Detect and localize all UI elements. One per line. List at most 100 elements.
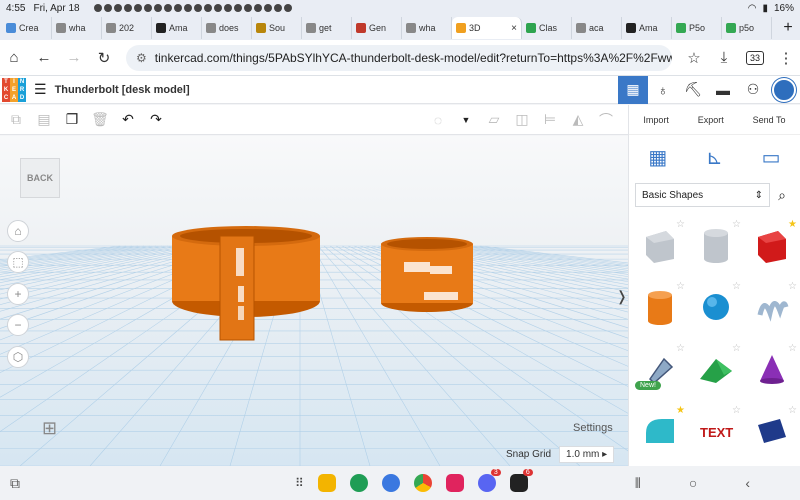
view-cube[interactable]: BACK: [20, 158, 60, 198]
favorite-star-icon[interactable]: ☆: [788, 281, 797, 292]
browser-tab[interactable]: aca: [572, 17, 622, 39]
thunderbolt-model[interactable]: [0, 136, 628, 466]
browser-tab[interactable]: Gen: [352, 17, 402, 39]
small-ring-shape[interactable]: [381, 237, 473, 312]
group-icon[interactable]: ◫: [512, 110, 532, 130]
3d-design-view-button[interactable]: ▦: [618, 75, 648, 104]
more-menu-icon[interactable]: ⋮: [778, 49, 794, 67]
chrome-app-icon[interactable]: [413, 474, 432, 492]
back-arrow-icon[interactable]: ←: [36, 49, 52, 66]
home-icon[interactable]: ⌂: [6, 49, 22, 66]
duplicate-icon[interactable]: ❐: [62, 110, 82, 130]
collapse-panel-chevron-icon[interactable]: ❭: [616, 288, 628, 305]
grid-toggle-icon[interactable]: ⊞: [42, 418, 57, 439]
download-icon[interactable]: ⤓: [716, 49, 732, 66]
add-user-icon[interactable]: ⚇: [738, 76, 768, 104]
design-title[interactable]: Thunderbolt [desk model]: [55, 84, 190, 96]
browser-tab[interactable]: wha: [52, 17, 102, 39]
browser-tab[interactable]: wha: [402, 17, 452, 39]
zoom-out-icon[interactable]: −: [7, 314, 29, 336]
browser-tab[interactable]: Crea: [2, 17, 52, 39]
browser-tab[interactable]: does: [202, 17, 252, 39]
back-button-icon[interactable]: ‹: [745, 475, 750, 492]
site-info-icon[interactable]: ⚙: [136, 51, 147, 65]
fit-view-icon[interactable]: ⬚: [7, 251, 29, 273]
close-tab-icon[interactable]: ×: [511, 23, 517, 34]
classroom-app-icon[interactable]: [349, 474, 368, 492]
design-menu-icon[interactable]: ☰: [34, 81, 47, 98]
favorite-star-icon[interactable]: ☆: [676, 281, 685, 292]
browser-tab[interactable]: p5o: [722, 17, 772, 39]
avatar[interactable]: [772, 77, 796, 102]
text-shape[interactable]: TEXT ☆: [691, 403, 741, 459]
shape-library-select[interactable]: Basic Shapes ⇕: [635, 183, 770, 207]
home-button-icon[interactable]: ○: [689, 475, 697, 492]
workplane-icon[interactable]: ▦: [648, 145, 667, 170]
recents-icon[interactable]: ⦀: [635, 475, 641, 492]
workplane-canvas[interactable]: BACK ⌂ ⬚ + − ⬡ ⊞ Settings Snap Grid 1.0 …: [0, 136, 628, 466]
browser-tab[interactable]: 3D ×: [452, 17, 522, 39]
home-view-icon[interactable]: ⌂: [7, 220, 29, 242]
sphere-shape[interactable]: ☆: [691, 279, 741, 335]
browser-tab[interactable]: Sou: [252, 17, 302, 39]
cylinder-hole-shape[interactable]: ☆: [691, 217, 741, 273]
favorite-star-icon[interactable]: ☆: [732, 219, 741, 230]
zoom-in-icon[interactable]: +: [7, 283, 29, 305]
export-button[interactable]: Export: [698, 115, 724, 125]
reload-icon[interactable]: ↻: [96, 49, 112, 67]
browser-tab[interactable]: Ama: [152, 17, 202, 39]
round-roof-shape[interactable]: ★: [635, 403, 685, 459]
favorite-star-icon[interactable]: ☆: [676, 343, 685, 354]
tinkercad-logo[interactable]: TINKERCAD: [2, 77, 26, 102]
snap-grid-select[interactable]: 1.0 mm ▸: [559, 446, 615, 463]
light-bulb-icon[interactable]: ◌: [428, 110, 448, 130]
bookmark-star-icon[interactable]: ☆: [686, 49, 702, 67]
circuits-view-icon[interactable]: ♁: [648, 76, 678, 104]
files-app-icon[interactable]: [317, 474, 336, 492]
box-hole-shape[interactable]: ☆: [635, 217, 685, 273]
large-ring-shape[interactable]: [172, 226, 320, 341]
favorite-star-icon[interactable]: ☆: [788, 343, 797, 354]
favorite-star-icon[interactable]: ★: [788, 219, 797, 230]
tab-count-button[interactable]: 33: [745, 50, 764, 65]
camera-app-icon[interactable]: [445, 474, 464, 492]
favorite-star-icon[interactable]: ★: [676, 405, 685, 416]
ortho-view-icon[interactable]: ⬡: [7, 346, 29, 368]
forward-arrow-icon[interactable]: →: [66, 49, 82, 66]
pickaxe-icon[interactable]: ⛏: [678, 76, 708, 104]
browser-tab[interactable]: Clas: [522, 17, 572, 39]
messages-app-icon[interactable]: [381, 474, 400, 492]
discord-app-icon[interactable]: 3: [477, 469, 501, 492]
cruise-icon[interactable]: ⌒: [596, 110, 616, 130]
address-bar[interactable]: ⚙ tinkercad.com/things/5PAbSYlhYCA-thund…: [126, 44, 672, 71]
redo-icon[interactable]: ↷: [146, 110, 166, 130]
pen-shape[interactable]: ☆ New!: [635, 341, 685, 397]
favorite-star-icon[interactable]: ☆: [732, 405, 741, 416]
polygon-shape[interactable]: ☆: [747, 403, 797, 459]
ruler-icon[interactable]: ⊾: [706, 145, 723, 170]
app-drawer-icon[interactable]: ⠿: [295, 476, 304, 490]
import-button[interactable]: Import: [643, 115, 669, 125]
send-to-button[interactable]: Send To: [753, 115, 786, 125]
scribble-shape[interactable]: ☆: [747, 279, 797, 335]
mirror-icon[interactable]: ◭: [568, 110, 588, 130]
browser-tab[interactable]: get: [302, 17, 352, 39]
undo-icon[interactable]: ↶: [118, 110, 138, 130]
favorite-star-icon[interactable]: ☆: [732, 281, 741, 292]
dropdown-caret-icon[interactable]: ▼: [456, 110, 476, 130]
favorite-star-icon[interactable]: ☆: [732, 343, 741, 354]
cone-shape[interactable]: ☆: [747, 341, 797, 397]
workplane-settings-button[interactable]: Settings: [573, 422, 613, 434]
browser-tab[interactable]: 202: [102, 17, 152, 39]
box-shape[interactable]: ★: [747, 217, 797, 273]
browser-tab[interactable]: P5o: [672, 17, 722, 39]
copy-icon[interactable]: ⧉: [6, 110, 26, 130]
favorite-star-icon[interactable]: ☆: [788, 405, 797, 416]
notes-icon[interactable]: ▭: [762, 145, 781, 170]
new-tab-button[interactable]: +: [776, 19, 800, 37]
screenshot-icon[interactable]: ⧉: [10, 475, 20, 492]
paste-icon[interactable]: ▤: [34, 110, 54, 130]
favorite-star-icon[interactable]: ☆: [676, 219, 685, 230]
delete-icon[interactable]: 🗑: [90, 110, 110, 130]
browser-tab[interactable]: Ama: [622, 17, 672, 39]
